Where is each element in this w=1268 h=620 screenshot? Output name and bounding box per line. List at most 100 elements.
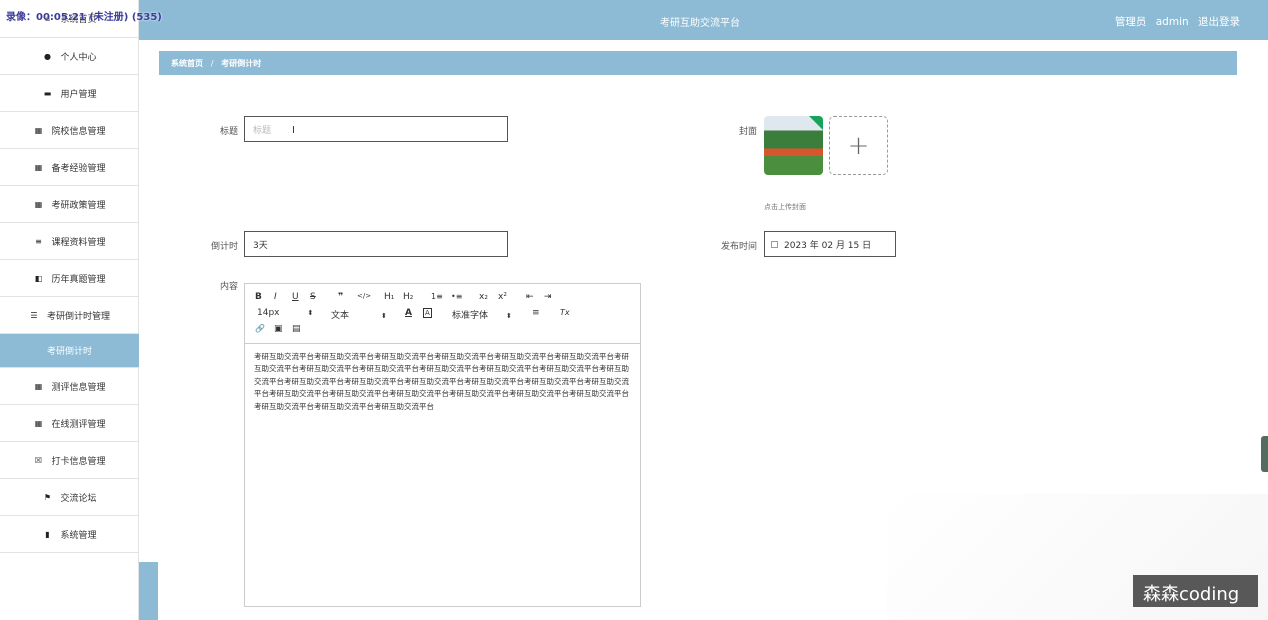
sidebar-item-label: 在线测评管理 — [51, 419, 106, 430]
user-role: 管理员 — [1114, 16, 1147, 28]
h2-button[interactable]: H₂ — [403, 292, 413, 302]
bullet-list-button[interactable]: •≡ — [451, 292, 462, 301]
sidebar-item-label: 测评信息管理 — [51, 382, 106, 393]
chevron-updown-icon: ⬍ — [381, 312, 387, 320]
sidebar-item-label: 考研倒计时管理 — [46, 311, 110, 322]
ordered-list-button[interactable]: 1≡ — [431, 292, 443, 301]
chevron-updown-icon: ⬍ — [506, 312, 512, 320]
checkin-icon: ☒ — [34, 455, 43, 465]
recording-overlay: 录像：00:05:21 (未注册) (535) — [6, 12, 162, 23]
sidebar-item-countdown-manage[interactable]: ☰ 考研倒计时管理 — [0, 297, 139, 334]
font-family-value: 标准字体 — [452, 311, 489, 321]
italic-button[interactable]: I — [274, 292, 277, 302]
sidebar-item-online-test[interactable]: ▦ 在线测评管理 — [0, 405, 139, 442]
align-button[interactable]: ≡ — [532, 308, 540, 318]
corner-badge-icon — [809, 116, 823, 130]
bold-button[interactable]: B — [255, 292, 262, 302]
sidebar-item-exams[interactable]: ◧ 历年真题管理 — [0, 260, 139, 297]
sidebar-item-label: 备考经验管理 — [51, 163, 106, 174]
subscript-button[interactable]: x₂ — [479, 292, 488, 302]
sidebar-item-checkin[interactable]: ☒ 打卡信息管理 — [0, 442, 139, 479]
quote-button[interactable]: ❞ — [338, 292, 343, 302]
publish-date-value: 2023 年 02 月 15 日 — [784, 240, 872, 251]
editor-content[interactable]: 考研互助交流平台考研互助交流平台考研互助交流平台考研互助交流平台考研互助交流平台… — [245, 344, 640, 420]
underline-button[interactable]: U — [292, 292, 299, 302]
flag-icon: ⚑ — [43, 492, 52, 502]
indent-button[interactable]: ⇥ — [544, 292, 552, 302]
top-header: 考研互助交流平台 管理员 admin 退出登录 — [0, 0, 1268, 40]
system-icon: ▮ — [45, 529, 50, 539]
user-area: 管理员 admin 退出登录 — [1109, 14, 1240, 29]
sidebar-scroll-strip — [139, 562, 158, 620]
sidebar-item-label: 院校信息管理 — [51, 126, 106, 137]
scrollbar-handle[interactable] — [1261, 436, 1268, 472]
sidebar-item-label: 打卡信息管理 — [51, 456, 106, 467]
image-icon[interactable]: ▣ — [274, 324, 283, 334]
grid-icon: ▦ — [34, 162, 43, 172]
list-icon: ☰ — [30, 310, 38, 320]
upload-tip: 点击上传封面 — [764, 203, 806, 211]
sidebar-item-system[interactable]: ▮ 系统管理 — [0, 516, 139, 553]
clear-format-button[interactable]: Tx — [560, 308, 570, 317]
grid-icon: ▦ — [34, 418, 43, 428]
font-color-button[interactable]: A — [405, 308, 412, 318]
publish-date-input[interactable]: 2023 年 02 月 15 日 — [764, 231, 896, 257]
user-group-icon: ▬ — [43, 88, 52, 98]
sidebar: ⌂ 系统首页 ● 个人中心 ▬ 用户管理 ▦ 院校信息管理 ▦ 备考经验管理 ▦… — [0, 0, 139, 620]
video-icon[interactable]: ▤ — [292, 324, 301, 334]
countdown-input[interactable]: 3天 — [244, 231, 508, 257]
person-icon: ● — [43, 51, 51, 61]
calendar-icon — [771, 240, 778, 248]
title-label: 标题 — [219, 127, 238, 137]
sidebar-item-course[interactable]: ≡ 课程资料管理 — [0, 223, 139, 260]
code-button[interactable]: </> — [357, 292, 371, 300]
publish-label: 发布时间 — [720, 242, 757, 252]
sidebar-item-evaluation[interactable]: ▦ 测评信息管理 — [0, 368, 139, 405]
superscript-button[interactable]: x² — [498, 292, 507, 302]
breadcrumb-separator: / — [210, 59, 214, 68]
sidebar-item-label: 历年真题管理 — [51, 274, 106, 285]
app-title: 考研互助交流平台 — [660, 18, 740, 29]
outdent-button[interactable]: ⇤ — [526, 292, 534, 302]
watermark: 森森coding — [1133, 575, 1258, 607]
link-icon[interactable]: 🔗 — [255, 324, 265, 333]
strike-button[interactable]: S — [310, 292, 316, 302]
cover-image[interactable] — [764, 116, 823, 175]
font-size-select[interactable]: 14px ⬍ — [257, 308, 313, 318]
content-label: 内容 — [219, 282, 238, 292]
breadcrumb: 系统首页 / 考研倒计时 — [159, 51, 1237, 75]
plus-icon: + — [847, 130, 870, 161]
upload-button[interactable]: + — [829, 116, 888, 175]
grid-icon: ▦ — [34, 381, 43, 391]
sidebar-item-profile[interactable]: ● 个人中心 — [0, 38, 139, 75]
editor-toolbar: B I U S ❞ </> H₁ H₂ 1≡ •≡ x₂ x² ⇤ ⇥ 14px… — [245, 284, 640, 344]
block-type-select[interactable]: 文本 ⬍ — [331, 308, 387, 321]
grid-icon: ▦ — [34, 125, 43, 135]
sidebar-item-countdown[interactable]: 考研倒计时 — [0, 334, 139, 368]
text-cursor-icon: I — [292, 125, 295, 136]
font-family-select[interactable]: 标准字体 ⬍ — [452, 308, 512, 321]
book-icon: ◧ — [34, 273, 43, 283]
breadcrumb-home[interactable]: 系统首页 — [171, 59, 203, 68]
breadcrumb-current: 考研倒计时 — [221, 59, 262, 68]
sidebar-item-forum[interactable]: ⚑ 交流论坛 — [0, 479, 139, 516]
sidebar-item-label: 交流论坛 — [60, 493, 97, 504]
h1-button[interactable]: H₁ — [384, 292, 394, 302]
sidebar-item-label: 考研倒计时 — [46, 347, 92, 357]
block-type-value: 文本 — [331, 311, 350, 321]
sidebar-item-label: 课程资料管理 — [51, 237, 106, 248]
title-input[interactable]: 标题 — [244, 116, 508, 142]
sidebar-item-policy[interactable]: ▦ 考研政策管理 — [0, 186, 139, 223]
bg-color-button[interactable]: A — [423, 308, 432, 318]
sidebar-item-experience[interactable]: ▦ 备考经验管理 — [0, 149, 139, 186]
sidebar-item-label: 个人中心 — [60, 52, 97, 63]
username: admin — [1155, 16, 1189, 28]
cover-label: 封面 — [738, 127, 757, 137]
rich-text-editor[interactable]: B I U S ❞ </> H₁ H₂ 1≡ •≡ x₂ x² ⇤ ⇥ 14px… — [244, 283, 641, 607]
sidebar-item-schools[interactable]: ▦ 院校信息管理 — [0, 112, 139, 149]
font-size-value: 14px — [257, 308, 280, 318]
sidebar-item-users[interactable]: ▬ 用户管理 — [0, 75, 139, 112]
chevron-updown-icon: ⬍ — [307, 309, 314, 317]
grid-icon: ▦ — [34, 199, 43, 209]
logout-link[interactable]: 退出登录 — [1198, 16, 1240, 28]
